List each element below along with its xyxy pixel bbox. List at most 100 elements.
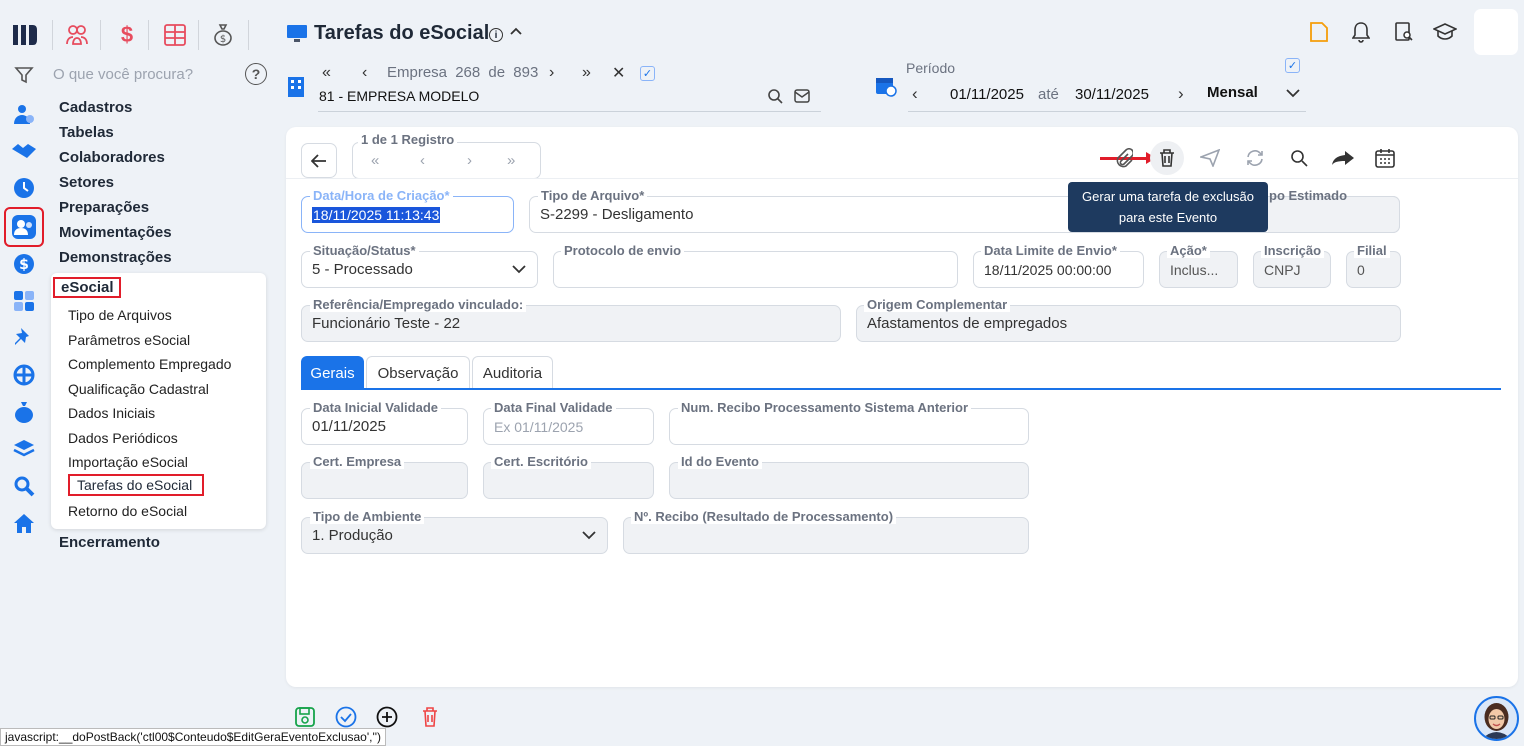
menu-demonstracoes[interactable]: Demonstrações xyxy=(59,249,172,266)
data-hora-label: Data/Hora de Criação* xyxy=(310,189,453,203)
submenu-dados-periodicos[interactable]: Dados Periódicos xyxy=(68,430,178,446)
module-divider xyxy=(198,20,199,50)
chevron-down-icon[interactable] xyxy=(1284,84,1302,102)
money-bag-outline-icon[interactable]: $ xyxy=(210,22,236,48)
trash-icon[interactable] xyxy=(418,705,442,729)
delete-event-button[interactable] xyxy=(1150,141,1184,175)
info-icon[interactable]: i xyxy=(489,28,503,42)
module-divider xyxy=(100,20,101,50)
home-icon[interactable] xyxy=(8,507,40,539)
periodo-checkbox[interactable]: ✓ xyxy=(1285,58,1300,73)
inscricao-label: Inscrição xyxy=(1261,244,1325,258)
calculator-icon[interactable] xyxy=(8,285,40,317)
menu-cadastros[interactable]: Cadastros xyxy=(59,99,132,116)
handshake-icon[interactable] xyxy=(8,135,40,167)
periodo-prev-button[interactable]: ‹ xyxy=(912,84,918,104)
empresa-next-button[interactable]: › xyxy=(549,64,554,82)
mail-icon[interactable] xyxy=(793,87,811,105)
magnifier-icon[interactable] xyxy=(8,470,40,502)
menu-tabelas[interactable]: Tabelas xyxy=(59,124,114,141)
clock-icon[interactable] xyxy=(8,172,40,204)
periodo-end[interactable]: 30/11/2025 xyxy=(1075,86,1149,103)
submenu-complemento[interactable]: Complemento Empregado xyxy=(68,356,231,372)
data-hora-value: 18/11/2025 11:13:43 xyxy=(312,206,441,223)
filter-icon[interactable] xyxy=(12,64,36,86)
save-icon[interactable] xyxy=(293,705,317,729)
send-icon[interactable] xyxy=(1198,146,1222,170)
submenu-tipo-arquivos[interactable]: Tipo de Arquivos xyxy=(68,307,172,323)
tab-auditoria[interactable]: Auditoria xyxy=(472,356,553,389)
back-button[interactable] xyxy=(301,143,337,178)
employee-icon[interactable] xyxy=(4,207,44,247)
submenu-parametros[interactable]: Parâmetros eSocial xyxy=(68,332,190,348)
empresa-clear-button[interactable]: ✕ xyxy=(612,63,625,83)
search-icon[interactable] xyxy=(1287,146,1311,170)
paperclip-icon[interactable] xyxy=(1112,146,1136,170)
submenu-importacao[interactable]: Importação eSocial xyxy=(68,454,188,470)
empresa-checkbox[interactable]: ✓ xyxy=(640,66,655,81)
forward-icon[interactable] xyxy=(1330,146,1356,170)
empresa-total: 893 xyxy=(513,64,539,81)
submenu-qualificacao[interactable]: Qualificação Cadastral xyxy=(68,381,209,397)
chevron-down-icon[interactable] xyxy=(510,262,528,276)
refresh-icon[interactable] xyxy=(1243,146,1267,170)
submenu-retorno[interactable]: Retorno do eSocial xyxy=(68,503,187,519)
dollar-icon[interactable]: $ xyxy=(8,248,40,280)
empresa-search-icon[interactable] xyxy=(766,87,784,105)
periodo-next-button[interactable]: › xyxy=(1178,84,1184,104)
spreadsheet-icon[interactable] xyxy=(162,22,188,48)
graduation-cap-icon[interactable] xyxy=(1432,20,1458,44)
svg-text:$: $ xyxy=(220,34,226,45)
data-inicial-value: 01/11/2025 xyxy=(312,418,386,435)
add-icon[interactable] xyxy=(375,705,399,729)
periodo-start[interactable]: 01/11/2025 xyxy=(950,86,1024,103)
collapse-icon[interactable] xyxy=(509,24,523,43)
tipo-ambiente-label: Tipo de Ambiente xyxy=(310,510,425,524)
record-count: 1 de 1 Registro xyxy=(358,133,458,147)
assistant-avatar[interactable] xyxy=(1474,696,1519,741)
empresa-prev-button[interactable]: ‹ xyxy=(362,64,367,82)
bell-icon[interactable] xyxy=(1349,20,1373,44)
menu-esocial[interactable]: eSocial xyxy=(53,277,121,298)
menu-preparacoes[interactable]: Preparações xyxy=(59,199,149,216)
dollar-sign-icon[interactable]: $ xyxy=(114,22,140,48)
tab-gerais[interactable]: Gerais xyxy=(301,356,364,389)
page-title: Tarefas do eSocial xyxy=(314,22,490,44)
report-search-icon[interactable] xyxy=(1392,20,1416,44)
chevron-down-icon[interactable] xyxy=(580,528,598,542)
layers-icon[interactable] xyxy=(8,433,40,465)
submenu-tarefas[interactable]: Tarefas do eSocial xyxy=(68,474,204,496)
tempo-estimado-label: po Estimado xyxy=(1269,188,1348,203)
situacao-value: 5 - Processado xyxy=(312,261,413,278)
menu-movimentacoes[interactable]: Movimentações xyxy=(59,224,172,241)
empresa-last-button[interactable]: » xyxy=(582,64,591,82)
building-icon xyxy=(286,76,306,98)
data-limite-value: 18/11/2025 00:00:00 xyxy=(984,261,1112,278)
people-icon[interactable] xyxy=(8,98,40,130)
data-final-label: Data Final Validade xyxy=(491,401,616,415)
app-logo[interactable] xyxy=(10,20,40,50)
record-next-button[interactable]: › xyxy=(467,152,472,169)
submenu-dados-iniciais[interactable]: Dados Iniciais xyxy=(68,405,155,421)
record-last-button[interactable]: » xyxy=(507,152,515,169)
periodo-type-select[interactable]: Mensal xyxy=(1207,84,1258,101)
help-icon[interactable]: ? xyxy=(245,63,267,85)
user-menu-button[interactable] xyxy=(1474,9,1518,55)
empresa-name[interactable]: 81 - EMPRESA MODELO xyxy=(319,88,479,104)
sticky-note-icon[interactable] xyxy=(1307,20,1331,44)
menu-colaboradores[interactable]: Colaboradores xyxy=(59,149,165,166)
record-prev-button[interactable]: ‹ xyxy=(420,152,425,169)
tab-observacao[interactable]: Observação xyxy=(366,356,470,389)
calendar-icon[interactable] xyxy=(1373,146,1397,170)
num-recibo-label: Num. Recibo Processamento Sistema Anteri… xyxy=(678,401,972,415)
menu-setores[interactable]: Setores xyxy=(59,174,114,191)
network-icon[interactable] xyxy=(8,359,40,391)
menu-encerramento[interactable]: Encerramento xyxy=(59,534,160,551)
confirm-icon[interactable] xyxy=(334,705,358,729)
empresa-first-button[interactable]: « xyxy=(322,64,331,82)
menu-search-input[interactable]: O que você procura? xyxy=(53,66,193,83)
pin-icon[interactable] xyxy=(8,322,40,354)
money-bag-icon[interactable] xyxy=(8,396,40,428)
users-group-icon[interactable] xyxy=(64,22,90,48)
record-first-button[interactable]: « xyxy=(371,152,379,169)
